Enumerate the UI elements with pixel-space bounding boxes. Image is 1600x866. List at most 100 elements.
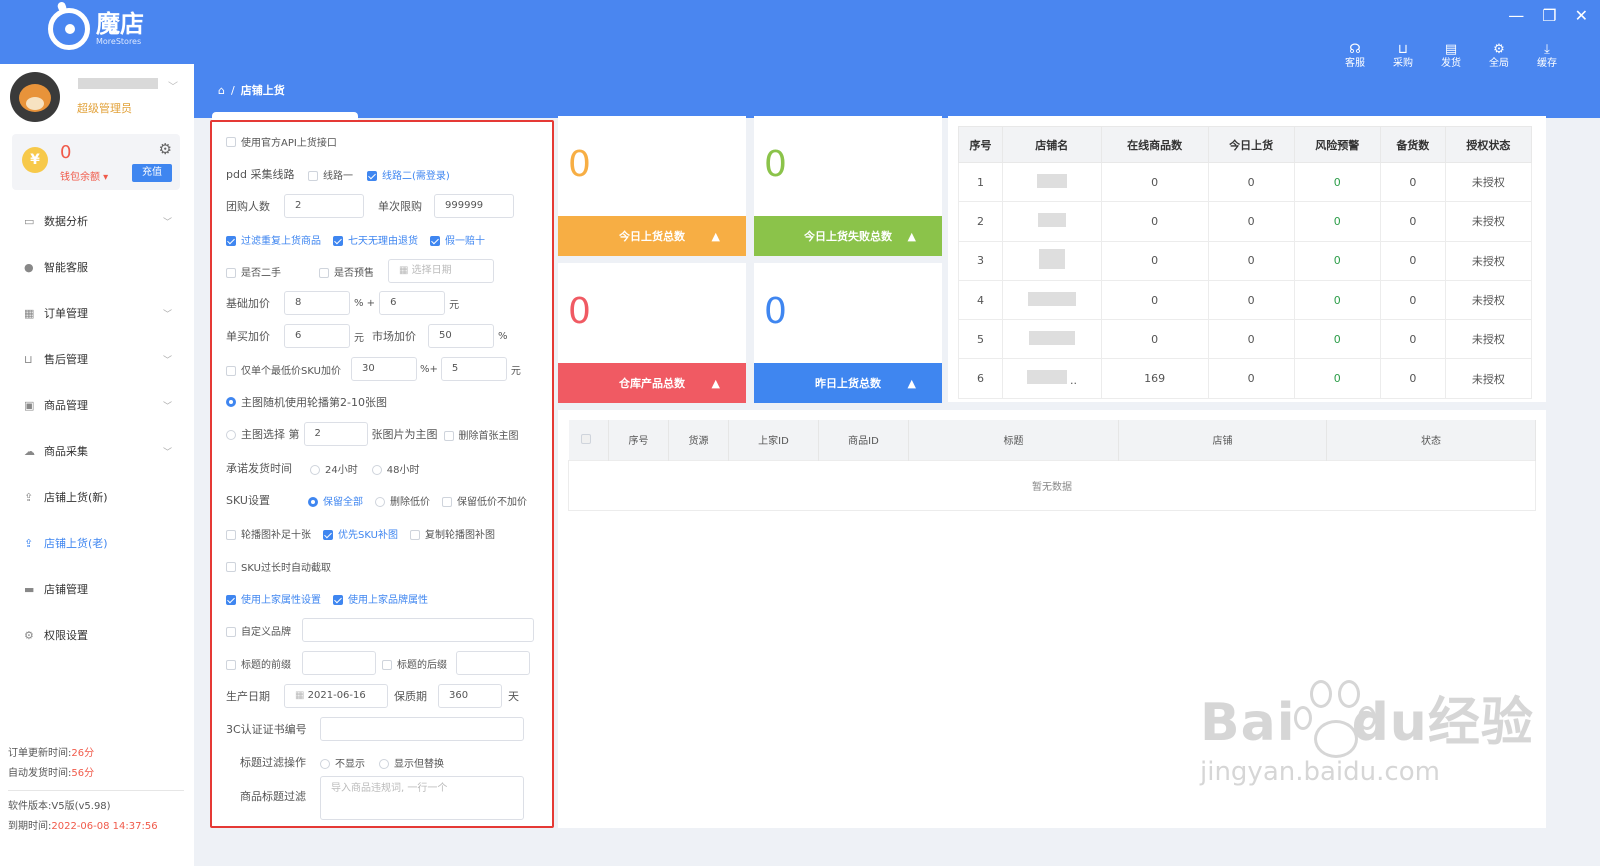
avatar[interactable] (10, 72, 60, 122)
sidebar-item-store-manage[interactable]: ▬ 店铺管理 (0, 566, 194, 612)
single-markup-label: 单买加价 (226, 330, 270, 343)
keep-all-radio[interactable]: 保留全部 (308, 493, 363, 508)
delete-first-checkbox[interactable]: 删除首张主图 (443, 427, 519, 442)
table-row[interactable]: 3 0 0 0 0 未授权 (958, 240, 1533, 281)
col-header: 状态 (1326, 420, 1536, 460)
close-icon[interactable]: ✕ (1575, 6, 1588, 25)
col-header: 在线商品数 (1100, 126, 1209, 163)
recharge-button[interactable]: 充值 (132, 164, 172, 182)
today-fail-bar[interactable]: 今日上货失败总数 ▲ (754, 216, 942, 256)
store-table-card: 序号 店铺名 在线商品数 今日上货 风险预警 备货数 授权状态 1 0 0 0 0 未授权… (948, 116, 1546, 402)
ccc-label: 3C认证证书编号 (226, 723, 307, 736)
home-icon[interactable]: ⌂ (218, 84, 225, 97)
select-all-checkbox[interactable] (568, 420, 609, 460)
custom-brand-input[interactable] (302, 618, 534, 642)
wallet-label[interactable]: 钱包余额 ▾ (60, 168, 108, 183)
table-row[interactable]: 1 0 0 0 0 未授权 (958, 161, 1533, 203)
toolbar-purchase[interactable]: ⊔ 采购 (1390, 42, 1416, 70)
sidebar-item-data-analysis[interactable]: ▭ 数据分析 ﹀ (0, 198, 194, 244)
cart-icon: ⊔ (1397, 42, 1409, 57)
main-pick-radio[interactable]: 主图选择 第 (226, 426, 300, 442)
seven-day-return-checkbox[interactable]: 七天无理由退货 (333, 232, 418, 247)
logo-mark (48, 8, 90, 50)
title-prefix-input[interactable] (302, 651, 376, 675)
chevron-down-icon[interactable]: ﹀ (168, 78, 178, 93)
sidebar-item-permissions[interactable]: ⚙ 权限设置 (0, 612, 194, 658)
delete-low-radio[interactable]: 删除低价 (375, 493, 430, 508)
official-api-checkbox[interactable]: 使用官方API上货接口 (226, 134, 337, 149)
route2-checkbox[interactable]: 线路二(需登录) (367, 167, 450, 182)
warehouse-value: 0 (568, 291, 591, 332)
lowest-sku-percent-input[interactable]: 30 (350, 357, 417, 381)
main-random-radio[interactable]: 主图随机使用轮播第2-10张图 (226, 394, 387, 410)
col-header: 店铺 (1118, 420, 1327, 460)
breadcrumb-current: 店铺上货 (240, 84, 285, 97)
sidebar-footer: 订单更新时间:26分 自动发货时间:56分 软件版本:V5版(v5.98) 到期… (8, 744, 184, 837)
main-pick-input[interactable]: 2 (303, 422, 368, 446)
sku-trunc-checkbox[interactable]: SKU过长时自动截取 (226, 559, 331, 574)
goods-filter-textarea[interactable]: 导入商品违规词, 一行一个 (320, 776, 524, 820)
toolbar-cache[interactable]: ⤓ 缓存 (1534, 42, 1560, 70)
title-prefix-checkbox[interactable]: 标题的前缀 (226, 656, 302, 671)
chevron-down-icon: ﹀ (162, 401, 172, 412)
sidebar-item-upload-new[interactable]: ⇪ 店铺上货(新) (0, 474, 194, 520)
table-row[interactable]: 6 .. 169 0 0 0 未授权 (958, 358, 1533, 399)
sidebar-item-after-sales[interactable]: ⊔ 售后管理 ﹀ (0, 336, 194, 382)
col-header: 上家ID (728, 420, 819, 460)
h48-radio[interactable]: 48小时 (371, 461, 419, 476)
ccc-input[interactable] (320, 717, 524, 741)
base-markup-percent-input[interactable]: 8 (284, 291, 350, 315)
table-row[interactable]: 5 0 0 0 0 未授权 (958, 319, 1533, 360)
sidebar-item-smart-service[interactable]: ● 智能客服 (0, 244, 194, 290)
sidebar-item-orders[interactable]: ▦ 订单管理 ﹀ (0, 290, 194, 336)
clipboard-icon: ▦ (24, 306, 35, 320)
today-fail-value: 0 (764, 144, 787, 185)
base-markup-yuan-input[interactable]: 6 (379, 291, 446, 315)
hide-radio[interactable]: 不显示 (320, 755, 365, 770)
warehouse-bar[interactable]: 仓库产品总数 ▲ (558, 363, 746, 403)
market-markup-label: 市场加价 (372, 330, 416, 343)
toolbar-global[interactable]: ⚙ 全局 (1486, 42, 1512, 70)
active-tab[interactable] (212, 112, 358, 120)
second-hand-checkbox[interactable]: 是否二手 (226, 264, 281, 279)
sidebar-item-upload-old[interactable]: ⇪ 店铺上货(老) (0, 520, 194, 566)
presale-date-input[interactable]: ▦ 选择日期 (388, 259, 494, 283)
store-table: 序号 店铺名 在线商品数 今日上货 风险预警 备货数 授权状态 1 0 0 0 0 未授权… (958, 126, 1533, 399)
group-size-input[interactable]: 2 (284, 194, 364, 218)
copy-carousel-checkbox[interactable]: 复制轮播图补图 (409, 526, 495, 541)
yesterday-bar[interactable]: 昨日上货总数 ▲ (754, 363, 942, 403)
table-row[interactable]: 4 0 0 0 0 未授权 (958, 279, 1533, 321)
sidebar-item-collect[interactable]: ☁ 商品采集 ﹀ (0, 428, 194, 474)
stat-card-yesterday: 0 昨日上货总数 ▲ (754, 263, 942, 403)
toolbar-customer-service[interactable]: ☊ 客服 (1342, 42, 1368, 70)
keep-low-checkbox[interactable]: 保留低价不加价 (442, 493, 527, 508)
presale-checkbox[interactable]: 是否预售 (319, 264, 374, 279)
sku-first-checkbox[interactable]: 优先SKU补图 (323, 526, 398, 541)
sidebar-item-products[interactable]: ▣ 商品管理 ﹀ (0, 382, 194, 428)
custom-brand-checkbox[interactable]: 自定义品牌 (226, 623, 302, 638)
today-upload-bar[interactable]: 今日上货总数 ▲ (558, 216, 746, 256)
gear-icon[interactable]: ⚙ (159, 140, 172, 158)
market-markup-input[interactable]: 50 (428, 324, 494, 348)
title-suffix-checkbox[interactable]: 标题的后缀 (382, 656, 456, 671)
fill-ten-checkbox[interactable]: 轮播图补足十张 (226, 526, 311, 541)
toolbar-ship[interactable]: ▤ 发货 (1438, 42, 1464, 70)
maximize-icon[interactable]: ❐ (1542, 6, 1556, 25)
show-replace-radio[interactable]: 显示但替换 (379, 755, 444, 770)
route1-checkbox[interactable]: 线路一 (308, 167, 353, 182)
prod-date-input[interactable]: ▦ 2021-06-16 (284, 684, 388, 708)
shelf-life-input[interactable]: 360 (438, 684, 502, 708)
title-suffix-input[interactable] (456, 651, 530, 675)
minimize-icon[interactable]: — (1508, 6, 1524, 25)
table-row[interactable]: 2 0 0 0 0 未授权 (958, 201, 1533, 242)
lowest-sku-yuan-input[interactable]: 5 (440, 357, 507, 381)
single-markup-input[interactable]: 6 (284, 324, 350, 348)
h24-radio[interactable]: 24小时 (310, 461, 358, 476)
lowest-sku-checkbox[interactable]: 仅单个最低价SKU加价 (226, 362, 341, 377)
purchase-limit-input[interactable]: 999999 (434, 194, 514, 218)
goods-filter-label: 商品标题过滤 (240, 790, 306, 803)
use-attr-checkbox[interactable]: 使用上家属性设置 (226, 591, 321, 606)
filter-dup-checkbox[interactable]: 过滤重复上货商品 (226, 232, 321, 247)
fake-ten-checkbox[interactable]: 假一赔十 (430, 232, 485, 247)
use-brand-checkbox[interactable]: 使用上家品牌属性 (333, 591, 428, 606)
